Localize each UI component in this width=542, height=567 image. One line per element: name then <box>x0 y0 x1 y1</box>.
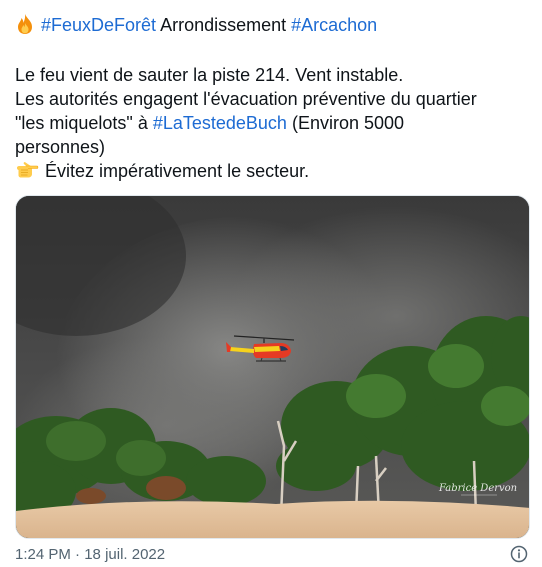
body-line-5: Évitez impérativement le secteur. <box>15 159 527 183</box>
tweet-card: #FeuxDeForêt Arrondissement #Arcachon Le… <box>0 0 542 567</box>
hashtag-feux-de-foret[interactable]: #FeuxDeForêt <box>41 15 156 35</box>
tweet-date: 18 juil. 2022 <box>84 546 166 563</box>
tweet-timestamp[interactable]: 1:24 PM · 18 juil. 2022 <box>15 546 165 563</box>
hashtag-arcachon[interactable]: #Arcachon <box>291 15 377 35</box>
timestamp-separator: · <box>70 546 85 563</box>
body-line-4: personnes) <box>15 137 106 157</box>
headline-text: Arrondissement <box>156 15 292 35</box>
body-line-3: "les miquelots" à #LaTestedeBuch (Enviro… <box>15 111 527 135</box>
tweet-time: 1:24 PM <box>15 546 71 563</box>
photographer-signature: Fabrice Dervon <box>438 483 517 496</box>
hashtag-la-teste-de-buch[interactable]: #LaTestedeBuch <box>153 113 287 133</box>
fire-icon <box>18 14 32 34</box>
body-line-2: Les autorités engagent l'évacuation prév… <box>15 89 477 109</box>
body-line-5-text: Évitez impérativement le secteur. <box>45 161 310 181</box>
body-line-3-end: (Environ 5000 <box>286 113 405 133</box>
body-line-3-start: "les miquelots" à <box>15 113 153 133</box>
photo-wildfire-helicopter: Fabrice Dervon <box>16 196 529 538</box>
tweet-photo[interactable]: Fabrice Dervon <box>15 195 530 539</box>
svg-text:Fabrice Dervon: Fabrice Dervon <box>438 483 517 494</box>
tweet-headline: #FeuxDeForêt Arrondissement #Arcachon <box>15 13 377 37</box>
body-line-1: Le feu vient de sauter la piste 214. Ven… <box>15 65 404 85</box>
info-icon[interactable] <box>510 545 528 563</box>
tweet-body: Le feu vient de sauter la piste 214. Ven… <box>15 63 527 183</box>
pointing-hand-icon <box>17 162 39 178</box>
